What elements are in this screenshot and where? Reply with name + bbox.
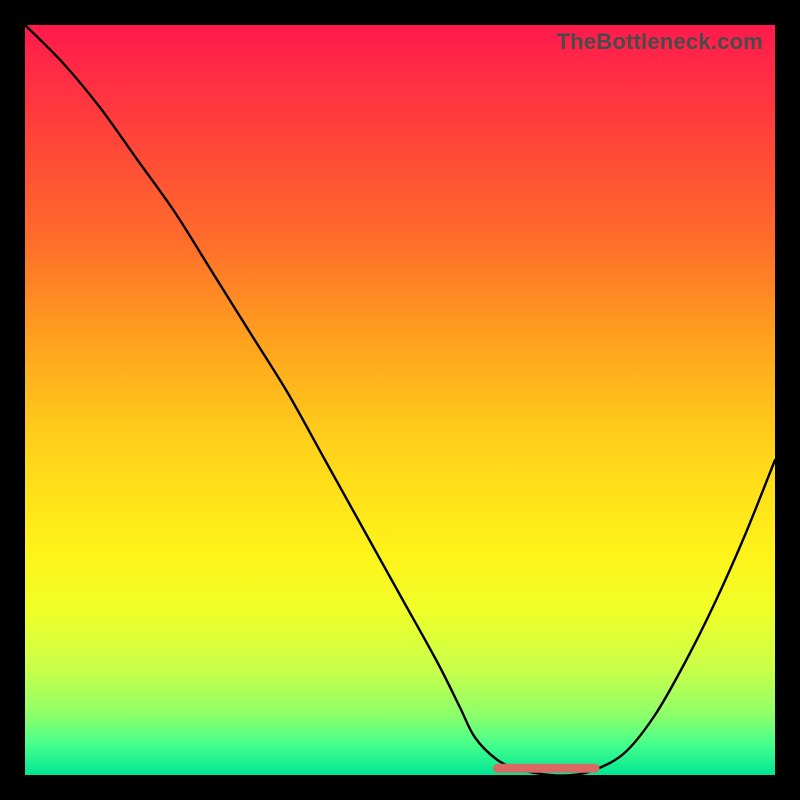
bottleneck-curve	[25, 25, 775, 776]
chart-area: TheBottleneck.com	[25, 25, 775, 775]
curve-plot	[25, 25, 775, 775]
